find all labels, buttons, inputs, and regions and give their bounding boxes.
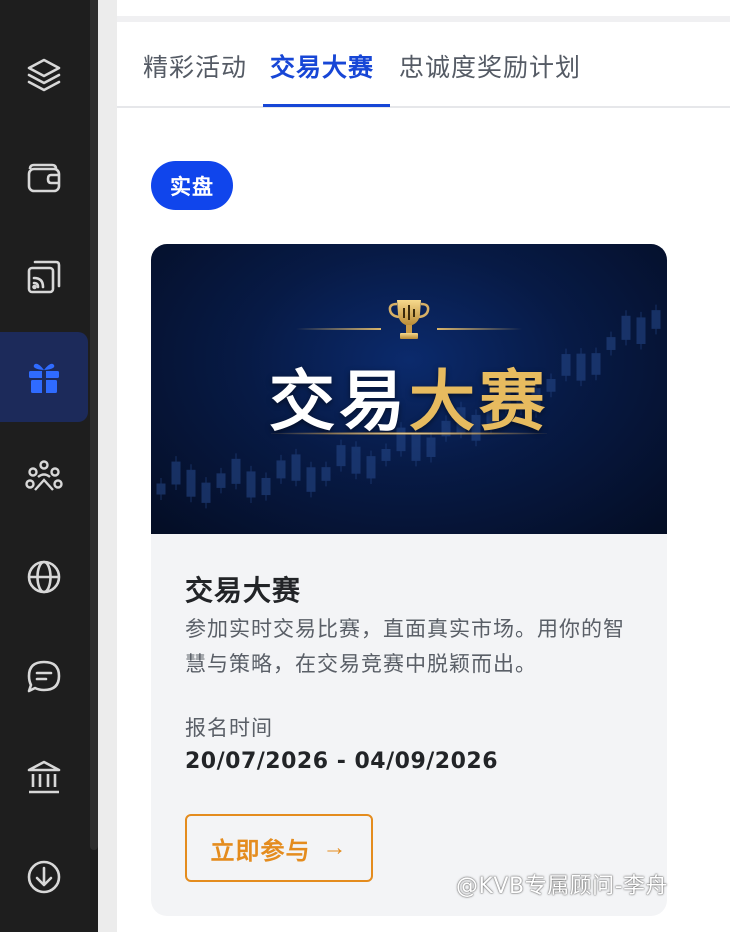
candle-body bbox=[171, 461, 181, 485]
sidebar-item-gift[interactable] bbox=[0, 332, 88, 422]
card-title: 交易大赛 bbox=[185, 574, 302, 607]
candle-body bbox=[621, 315, 631, 340]
candle-body bbox=[156, 483, 166, 495]
trophy-icon bbox=[388, 300, 430, 339]
community-icon bbox=[25, 460, 63, 491]
chat-icon bbox=[27, 660, 61, 693]
contest-banner[interactable]: 交易大赛 bbox=[151, 244, 667, 534]
gold-line-left bbox=[296, 328, 381, 330]
candle-body bbox=[651, 310, 661, 329]
banner-glow-line bbox=[271, 432, 547, 435]
tab-loyalty-program[interactable]: 忠诚度奖励计划 bbox=[399, 48, 581, 84]
wallet-icon bbox=[27, 163, 61, 193]
candle-body bbox=[366, 456, 376, 479]
sidebar-item-globe[interactable] bbox=[0, 532, 88, 622]
tab-bar: 精彩活动 交易大赛 忠诚度奖励计划 bbox=[117, 22, 730, 108]
active-tab-indicator bbox=[263, 104, 390, 107]
download-icon bbox=[27, 860, 61, 894]
top-panel bbox=[117, 0, 730, 16]
banner-title: 交易大赛 bbox=[151, 348, 667, 444]
candle-body bbox=[636, 317, 646, 345]
gift-icon bbox=[29, 363, 59, 393]
candle-body bbox=[246, 471, 256, 498]
candle-body bbox=[186, 469, 196, 497]
candle-body bbox=[306, 467, 316, 492]
candle-body bbox=[291, 454, 301, 481]
globe-icon bbox=[27, 560, 61, 594]
sidebar-scrollbar[interactable] bbox=[90, 0, 98, 850]
sidebar-item-community[interactable] bbox=[0, 432, 88, 522]
join-now-button[interactable]: 立即参与 → bbox=[185, 814, 373, 882]
candle-body bbox=[351, 446, 361, 474]
tab-trading-contest[interactable]: 交易大赛 bbox=[270, 48, 374, 84]
contest-card[interactable]: 交易大赛 交易大赛 参加实时交易比赛，直面真实市场。用你的智慧与策略，在交易竞赛… bbox=[151, 244, 667, 916]
candle-body bbox=[276, 460, 286, 479]
banner-title-gold: 大赛 bbox=[409, 363, 549, 440]
sidebar-item-download[interactable] bbox=[0, 832, 88, 922]
content-gutter bbox=[98, 0, 117, 932]
registration-label: 报名时间 bbox=[185, 716, 273, 740]
bank-icon bbox=[27, 760, 61, 794]
registration-dates: 20/07/2026 - 04/09/2026 bbox=[185, 749, 499, 774]
candle-body bbox=[261, 477, 271, 496]
arrow-right-icon: → bbox=[322, 834, 348, 861]
sidebar-item-chat[interactable] bbox=[0, 632, 88, 722]
gold-line-right bbox=[437, 328, 522, 330]
candle-body bbox=[231, 458, 241, 484]
candle-body bbox=[336, 445, 346, 467]
sidebar-item-bank[interactable] bbox=[0, 732, 88, 822]
join-now-label: 立即参与 bbox=[210, 837, 311, 865]
candle-body bbox=[321, 467, 331, 481]
watermark: @KVB专属顾问-李舟 bbox=[456, 874, 669, 899]
candle-body bbox=[216, 473, 226, 488]
banner-title-white: 交易 bbox=[269, 363, 409, 440]
card-description: 参加实时交易比赛，直面真实市场。用你的智慧与策略，在交易竞赛中脱颖而出。 bbox=[185, 617, 625, 676]
tab-featured-events[interactable]: 精彩活动 bbox=[143, 48, 247, 84]
candle-body bbox=[381, 448, 391, 461]
copy-signal-icon bbox=[27, 260, 61, 294]
sidebar-item-wallet[interactable] bbox=[0, 132, 88, 222]
layers-icon bbox=[27, 58, 61, 92]
sidebar-item-layers[interactable] bbox=[0, 30, 88, 120]
sidebar bbox=[0, 0, 98, 932]
sidebar-item-copy-signal[interactable] bbox=[0, 232, 88, 322]
live-account-badge[interactable]: 实盘 bbox=[151, 161, 233, 210]
candle-body bbox=[201, 482, 211, 503]
